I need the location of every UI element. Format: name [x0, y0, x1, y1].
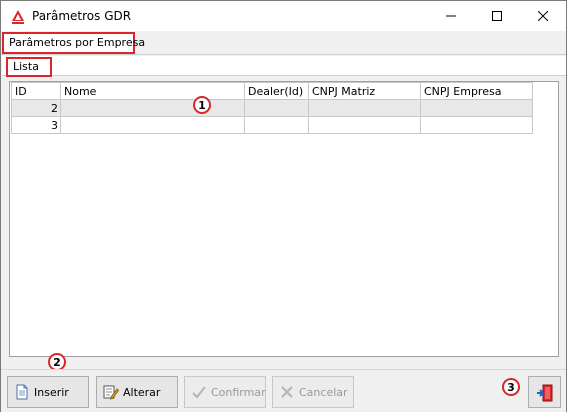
maximize-icon [492, 11, 502, 21]
inserir-button[interactable]: Inserir [7, 376, 89, 408]
table-row[interactable]: 3 [11, 116, 533, 134]
confirmar-button[interactable]: Confirmar [184, 376, 266, 408]
cell-cnpj-empresa[interactable] [420, 99, 533, 117]
title-bar: Parâmetros GDR [1, 1, 566, 31]
main-tab-strip: Parâmetros por Empresa [1, 31, 566, 55]
cell-nome[interactable] [60, 99, 245, 117]
confirmar-label: Confirmar [211, 385, 266, 399]
minimize-button[interactable] [428, 1, 474, 31]
table-row[interactable]: 2 [11, 99, 533, 117]
cell-cnpj-empresa[interactable] [420, 116, 533, 134]
maximize-button[interactable] [474, 1, 520, 31]
cell-cnpj-matriz[interactable] [308, 99, 421, 117]
data-grid[interactable]: ID Nome Dealer(Id) CNPJ Matriz CNPJ Empr… [9, 81, 559, 357]
cell-cnpj-matriz[interactable] [308, 116, 421, 134]
cell-dealer[interactable] [244, 116, 309, 134]
annotation-badge-1: 1 [193, 96, 211, 114]
app-logo-icon [11, 9, 25, 25]
exit-door-icon [536, 384, 553, 402]
column-header-cnpj-empresa[interactable]: CNPJ Empresa [420, 82, 533, 100]
tab-lista[interactable]: Lista [6, 57, 52, 77]
cancelar-label: Cancelar [299, 385, 348, 399]
exit-button[interactable] [528, 376, 561, 408]
minimize-icon [446, 15, 456, 17]
window-title: Parâmetros GDR [32, 9, 132, 23]
cell-id[interactable]: 2 [11, 99, 61, 117]
check-icon [191, 384, 207, 400]
column-header-cnpj-matriz[interactable]: CNPJ Matriz [308, 82, 421, 100]
cell-id[interactable]: 3 [11, 116, 61, 134]
cell-dealer[interactable] [244, 99, 309, 117]
column-header-nome[interactable]: Nome [60, 82, 245, 100]
column-header-id[interactable]: ID [11, 82, 61, 100]
annotation-badge-3: 3 [502, 378, 520, 396]
edit-icon [103, 384, 120, 400]
column-header-dealer[interactable]: Dealer(Id) [244, 82, 309, 100]
new-document-icon [14, 384, 30, 400]
cell-nome[interactable] [60, 116, 245, 134]
tab-parametros-por-empresa[interactable]: Parâmetros por Empresa [2, 32, 145, 54]
alterar-label: Alterar [123, 385, 161, 399]
close-icon [538, 11, 548, 21]
action-button-bar: Inserir Alterar Confirmar Cancelar 3 [1, 369, 566, 412]
content-panel: Lista ID Nome Dealer(Id) CNPJ Matriz CNP… [2, 56, 566, 368]
close-button[interactable] [520, 1, 566, 31]
main-window: Parâmetros GDR Parâmetros por Empresa Li… [0, 0, 567, 412]
cancel-x-icon [279, 384, 295, 400]
grid-header-row: ID Nome Dealer(Id) CNPJ Matriz CNPJ Empr… [11, 82, 533, 100]
sub-tab-strip: Lista [2, 56, 566, 77]
alterar-button[interactable]: Alterar [96, 376, 178, 408]
grid-table: ID Nome Dealer(Id) CNPJ Matriz CNPJ Empr… [11, 82, 533, 134]
cancelar-button[interactable]: Cancelar [272, 376, 354, 408]
inserir-label: Inserir [34, 385, 69, 399]
